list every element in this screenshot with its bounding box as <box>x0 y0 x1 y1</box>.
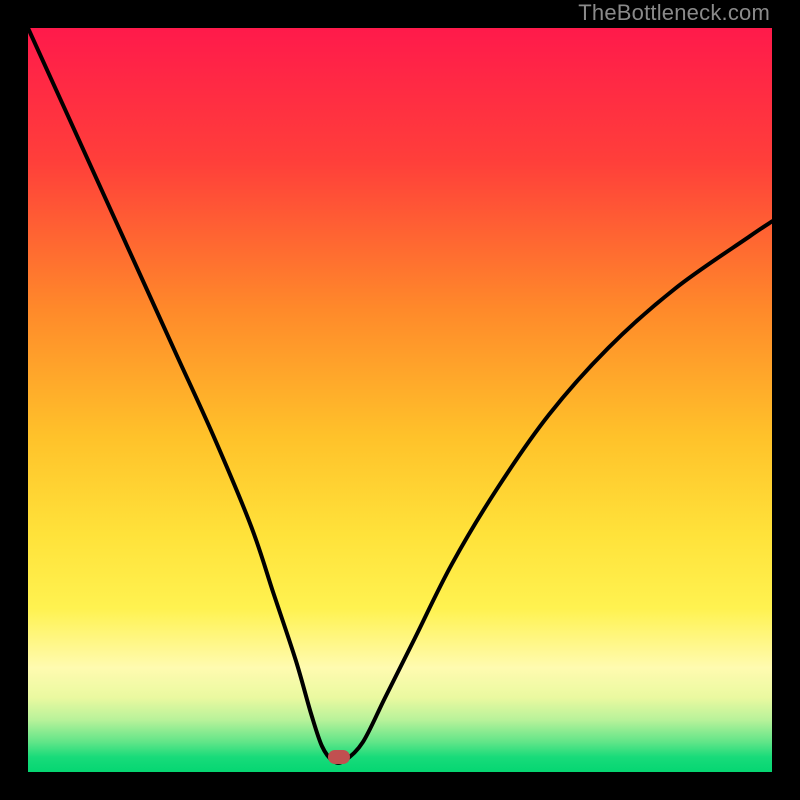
chart-frame: TheBottleneck.com <box>0 0 800 800</box>
plot-area <box>28 28 772 772</box>
bottleneck-curve-path <box>28 28 772 763</box>
optimum-marker <box>328 750 350 764</box>
curve-svg <box>28 28 772 772</box>
watermark-label: TheBottleneck.com <box>578 0 770 26</box>
